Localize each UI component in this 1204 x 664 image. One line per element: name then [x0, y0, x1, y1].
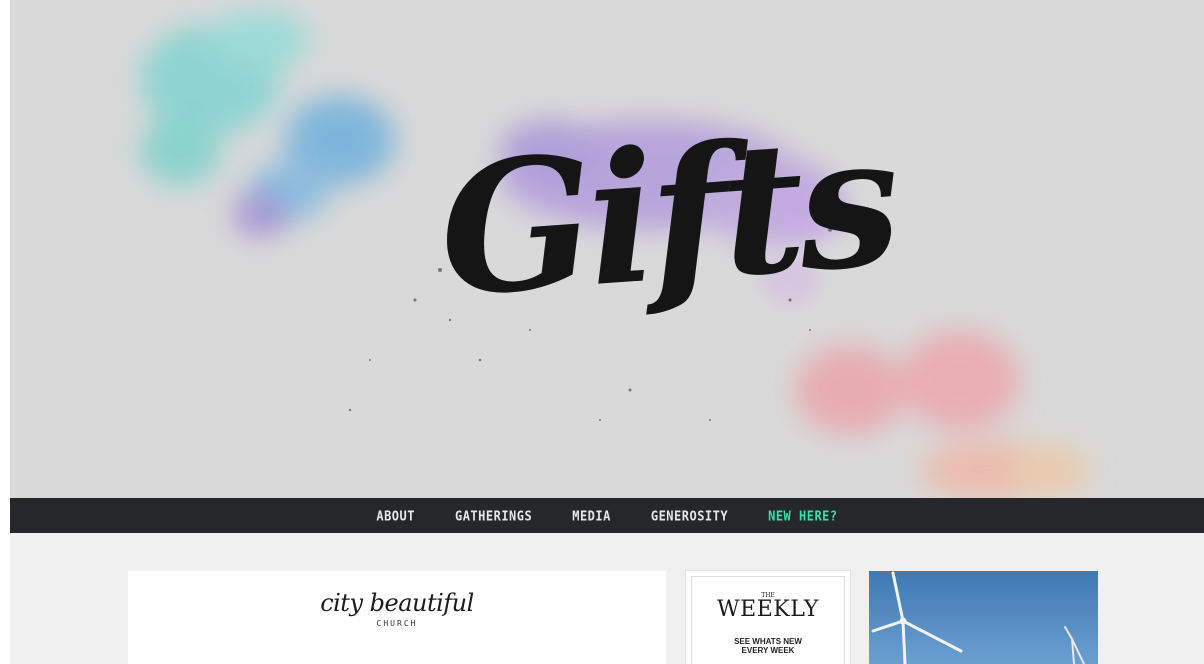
- logo-subtitle: CHURCH: [376, 619, 418, 628]
- nav-about[interactable]: ABOUT: [376, 508, 415, 523]
- content-area: city beautiful CHURCH THE WEEKLY SEE WHA…: [10, 533, 1204, 664]
- logo-script: city beautiful: [320, 589, 474, 617]
- watercolor-pink: [795, 330, 1090, 498]
- main-nav: ABOUT GATHERINGS MEDIA GENEROSITY NEW HE…: [10, 498, 1204, 533]
- church-logo: city beautiful CHURCH: [128, 589, 666, 628]
- weekly-subtitle-1: SEE WHATS NEW: [734, 637, 802, 646]
- wind-turbine-image: [869, 571, 1098, 664]
- weekly-title: WEEKLY: [717, 597, 819, 622]
- hero-title: Gifts: [433, 95, 901, 338]
- weekly-subtitle-2: EVERY WEEK: [741, 646, 795, 655]
- nav-media[interactable]: MEDIA: [572, 508, 611, 523]
- wind-turbine-photo[interactable]: [869, 571, 1098, 664]
- nav-new-here[interactable]: NEW HERE?: [768, 508, 838, 523]
- weekly-frame: THE WEEKLY SEE WHATS NEW EVERY WEEK: [691, 576, 845, 664]
- weekly-card[interactable]: THE WEEKLY SEE WHATS NEW EVERY WEEK: [686, 571, 850, 664]
- nav-gatherings[interactable]: GATHERINGS: [455, 508, 532, 523]
- logo-card[interactable]: city beautiful CHURCH: [128, 571, 666, 664]
- watercolor-teal: [140, 10, 310, 185]
- nav-generosity[interactable]: GENEROSITY: [651, 508, 728, 523]
- hero-banner: Gifts: [10, 0, 1204, 498]
